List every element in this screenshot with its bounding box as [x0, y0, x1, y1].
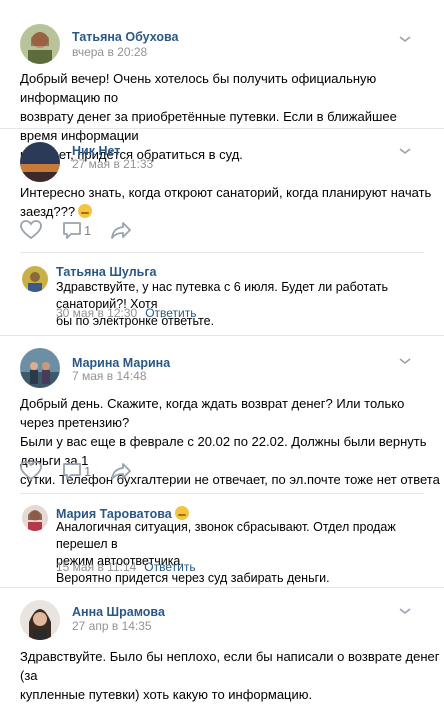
reply-text-line: Аналогичная ситуация, звонок сбрасывают.… — [56, 520, 396, 551]
author-name[interactable]: Марина Марина — [72, 356, 170, 370]
comment-icon[interactable] — [62, 462, 82, 481]
reply-answer-link[interactable]: Ответить — [144, 560, 195, 574]
post-text-line: купленные путевки) хоть какую то информа… — [20, 687, 313, 702]
heart-icon[interactable] — [20, 220, 42, 240]
divider — [20, 493, 424, 494]
comment-count: 1 — [84, 464, 92, 479]
avatar[interactable] — [20, 348, 60, 388]
post-time[interactable]: 27 апр в 14:35 — [72, 619, 152, 633]
divider — [0, 587, 444, 588]
divider — [0, 335, 444, 336]
divider — [20, 252, 424, 253]
avatar[interactable] — [20, 24, 60, 64]
avatar[interactable] — [20, 142, 60, 182]
divider — [0, 128, 444, 129]
chevron-down-icon[interactable] — [398, 356, 412, 366]
avatar[interactable] — [22, 505, 48, 531]
author-name[interactable]: Ник Нет — [72, 144, 120, 158]
post-text: Здравствуйте. Было бы неплохо, если бы н… — [20, 647, 440, 704]
post-time[interactable]: 7 мая в 14:48 — [72, 369, 147, 383]
comment-count: 1 — [84, 223, 92, 238]
post-text-line: возврату денег за приобретённые путевки.… — [20, 109, 397, 143]
reply-author-name[interactable]: Татьяна Шульга — [56, 265, 156, 279]
reply-meta: 15 мая в 11:14 Ответить — [56, 560, 196, 574]
reply-answer-link[interactable]: Ответить — [145, 306, 196, 320]
emoji-icon — [174, 506, 189, 520]
chevron-down-icon[interactable] — [398, 146, 412, 156]
emoji-icon — [78, 204, 93, 218]
post-text-line: Добрый вечер! Очень хотелось бы получить… — [20, 71, 377, 105]
avatar[interactable] — [20, 600, 60, 640]
comment-icon[interactable] — [62, 221, 82, 240]
post-text-line: Были у вас еще в феврале с 20.02 по 22.0… — [20, 434, 427, 468]
avatar[interactable] — [22, 266, 48, 292]
reply-text: Здравствуйте, у нас путевка с 6 июля. Бу… — [56, 279, 436, 330]
author-name[interactable]: Анна Шрамова — [72, 605, 165, 619]
author-name[interactable]: Татьяна Обухова — [72, 30, 178, 44]
post-text-line: сутки. Телефон бухгалтерии не отвечает, … — [20, 472, 440, 487]
reply-time[interactable]: 30 мая в 12:30 — [56, 306, 137, 320]
post-text: Интересно знать, когда откроют санаторий… — [20, 183, 440, 221]
reply-meta: 30 мая в 12:30 Ответить — [56, 306, 196, 320]
reply-time[interactable]: 15 мая в 11:14 — [56, 560, 136, 574]
post-text-line: Здравствуйте. Было бы неплохо, если бы н… — [20, 649, 440, 683]
reply-text: Аналогичная ситуация, звонок сбрасывают.… — [56, 519, 436, 587]
share-icon[interactable] — [110, 221, 132, 239]
chevron-down-icon[interactable] — [398, 34, 412, 44]
post-time[interactable]: 27 мая в 21:33 — [72, 157, 153, 171]
chevron-down-icon[interactable] — [398, 606, 412, 616]
post-text: Добрый день. Скажите, когда ждать возвра… — [20, 394, 440, 489]
heart-icon[interactable] — [20, 461, 42, 481]
post-time[interactable]: вчера в 20:28 — [72, 45, 147, 59]
share-icon[interactable] — [110, 462, 132, 480]
post-text-line: Добрый день. Скажите, когда ждать возвра… — [20, 396, 405, 430]
